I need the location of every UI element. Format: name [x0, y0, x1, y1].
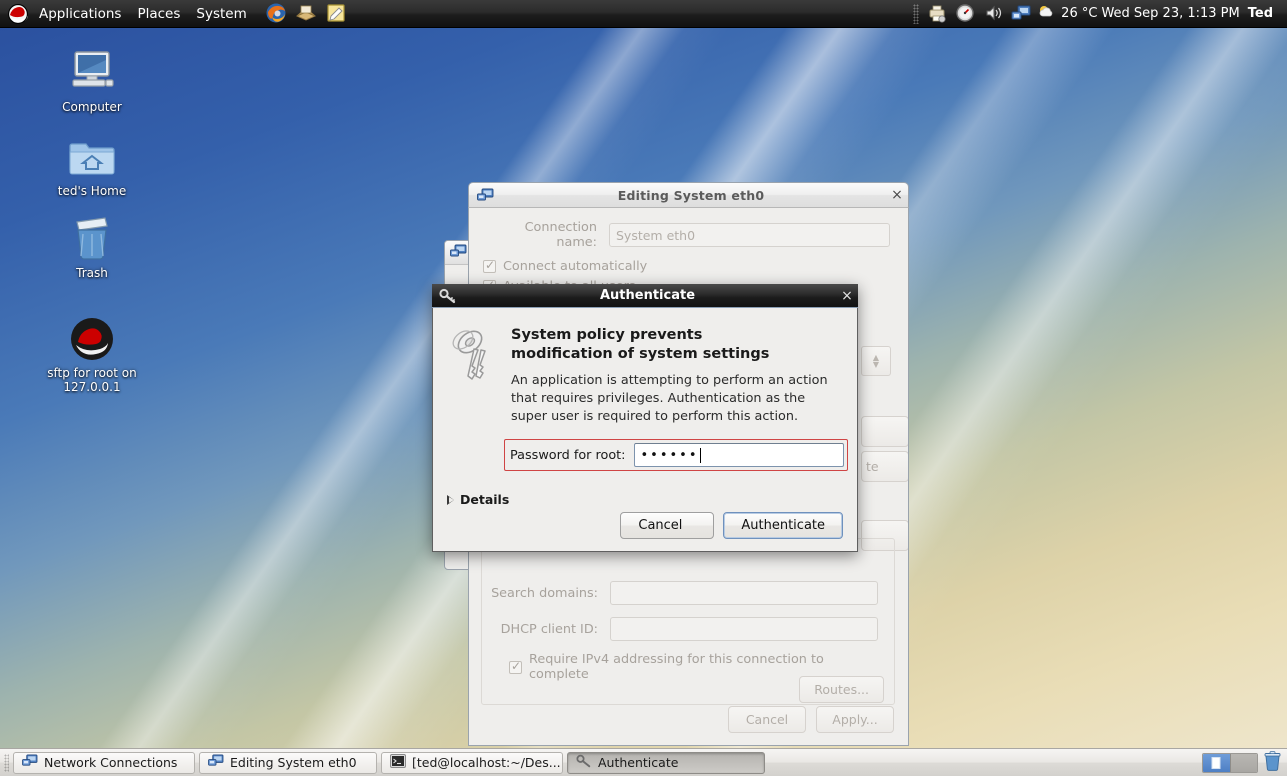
- taskbar-right-area: [1202, 751, 1287, 774]
- password-input[interactable]: ••••••: [634, 443, 844, 467]
- close-icon[interactable]: ×: [836, 289, 858, 303]
- password-value: ••••••: [640, 448, 698, 463]
- home-folder-icon: [27, 128, 157, 180]
- mtu-spinner[interactable]: ▲▼: [861, 346, 891, 376]
- authenticate-action-buttons: Cancel Authenticate: [620, 512, 843, 539]
- connect-automatically-label: Connect automatically: [503, 259, 647, 274]
- authenticate-body: System policy prevents modification of s…: [432, 308, 858, 552]
- key-magnifier-icon: [437, 288, 459, 304]
- require-ipv4-checkbox[interactable]: [509, 661, 522, 674]
- ipv4-settings-frame: Search domains: DHCP client ID: Require …: [481, 538, 895, 705]
- task-button-editing-system-eth0[interactable]: Editing System eth0: [199, 752, 377, 774]
- editing-window-title: Editing System eth0: [496, 188, 886, 203]
- task-button-label: [ted@localhost:~/Des...: [412, 755, 561, 770]
- trash-applet-icon[interactable]: [1264, 751, 1281, 774]
- password-label: Password for root:: [510, 448, 625, 463]
- user-menu[interactable]: Ted: [1248, 6, 1279, 21]
- dhcp-client-id-row: DHCP client ID:: [470, 617, 890, 641]
- printer-tray-icon[interactable]: [926, 3, 948, 25]
- details-label: Details: [460, 492, 509, 507]
- redhat-shadowman-icon: [27, 310, 157, 362]
- key-magnifier-icon: [576, 754, 592, 771]
- firefox-launcher-icon[interactable]: [265, 2, 289, 26]
- trash-icon: [27, 210, 157, 262]
- authenticate-heading-line1: System policy prevents: [511, 326, 841, 345]
- task-button-label: Editing System eth0: [230, 755, 357, 770]
- desktop-icon-label: sftp for root on 127.0.0.1: [27, 366, 157, 394]
- connection-name-label: Connection name:: [481, 220, 609, 250]
- desktop-icon-label: ted's Home: [27, 184, 157, 198]
- menu-places[interactable]: Places: [130, 3, 187, 25]
- network-connection-icon: [208, 754, 224, 771]
- top-panel: Applications Places System: [0, 0, 1287, 28]
- connect-automatically-checkbox[interactable]: [483, 260, 496, 273]
- search-domains-input[interactable]: [610, 581, 878, 605]
- editing-window-titlebar[interactable]: Editing System eth0 ×: [468, 182, 909, 208]
- routes-button[interactable]: Routes...: [799, 676, 884, 703]
- connection-name-row: Connection name: System eth0: [469, 208, 908, 250]
- desktop-icon-label: Computer: [27, 100, 157, 114]
- authenticate-button[interactable]: Authenticate: [723, 512, 843, 539]
- authenticate-titlebar[interactable]: Authenticate ×: [432, 284, 858, 308]
- cancel-button[interactable]: Cancel: [620, 512, 714, 539]
- text-caret: [700, 448, 701, 463]
- details-disclosure[interactable]: Details: [447, 492, 509, 507]
- volume-tray-icon[interactable]: [982, 3, 1004, 25]
- desktop-icon-sftp[interactable]: sftp for root on 127.0.0.1: [27, 310, 157, 394]
- network-connection-icon: [450, 244, 467, 262]
- cancel-button[interactable]: Cancel: [728, 706, 806, 733]
- dhcp-client-id-label: DHCP client ID:: [482, 622, 610, 637]
- delete-button-partial[interactable]: te: [861, 451, 909, 482]
- desktop-icon-home[interactable]: ted's Home: [27, 128, 157, 198]
- task-button-network-connections[interactable]: Network Connections: [13, 752, 195, 774]
- authenticate-dialog[interactable]: Authenticate × System policy prevents mo…: [432, 284, 858, 552]
- apply-button[interactable]: Apply...: [816, 706, 894, 733]
- network-connection-icon: [22, 754, 38, 771]
- connection-name-input[interactable]: System eth0: [609, 223, 890, 247]
- chevron-right-icon: [447, 495, 454, 505]
- workspace-2[interactable]: [1230, 754, 1258, 772]
- dhcp-client-id-input[interactable]: [610, 617, 878, 641]
- network-connection-icon: [474, 188, 496, 203]
- menu-applications[interactable]: Applications: [32, 3, 128, 25]
- desktop-icon-trash[interactable]: Trash: [27, 210, 157, 280]
- authenticate-heading-line2: modification of system settings: [511, 345, 841, 364]
- authenticate-description: An application is attempting to perform …: [511, 372, 841, 426]
- edit-button-partial[interactable]: [861, 416, 909, 447]
- weather-temperature: 26 °C: [1061, 6, 1097, 21]
- panel-separator: [913, 4, 919, 24]
- desktop-icon-computer[interactable]: Computer: [27, 44, 157, 114]
- workspace-switcher[interactable]: [1202, 753, 1258, 773]
- computer-icon: [27, 44, 157, 96]
- taskbar-grip: [4, 754, 9, 772]
- connect-automatically-row[interactable]: Connect automatically: [469, 259, 908, 274]
- workspace-1[interactable]: [1203, 754, 1230, 772]
- clock[interactable]: Wed Sep 23, 1:13 PM: [1101, 6, 1239, 21]
- menu-system[interactable]: System: [189, 3, 253, 25]
- partly-cloudy-icon[interactable]: [1038, 3, 1056, 25]
- search-domains-row: Search domains:: [470, 581, 890, 605]
- redhat-shadowman-icon[interactable]: [7, 4, 29, 24]
- evolution-launcher-icon[interactable]: [295, 2, 319, 26]
- task-button-label: Network Connections: [44, 755, 177, 770]
- authenticate-title: Authenticate: [459, 288, 836, 303]
- search-domains-label: Search domains:: [482, 586, 610, 601]
- task-button-label: Authenticate: [598, 755, 678, 770]
- text-editor-launcher-icon[interactable]: [325, 2, 349, 26]
- desktop-icon-label: Trash: [27, 266, 157, 280]
- authenticate-heading: System policy prevents modification of s…: [511, 326, 841, 364]
- task-button-authenticate[interactable]: Authenticate: [567, 752, 765, 774]
- panel-right-area: 26 °C Wed Sep 23, 1:13 PM Ted: [913, 3, 1287, 25]
- terminal-icon: [390, 754, 406, 771]
- editing-window-action-buttons: Cancel Apply...: [728, 706, 894, 733]
- update-manager-tray-icon[interactable]: [954, 3, 976, 25]
- password-row[interactable]: Password for root: ••••••: [504, 439, 848, 471]
- close-icon[interactable]: ×: [886, 188, 908, 202]
- window-list-taskbar: Network Connections Editing System eth0 …: [0, 748, 1287, 776]
- keys-icon: [447, 322, 501, 426]
- task-button-terminal[interactable]: [ted@localhost:~/Des...: [381, 752, 563, 774]
- network-tray-icon[interactable]: [1010, 3, 1032, 25]
